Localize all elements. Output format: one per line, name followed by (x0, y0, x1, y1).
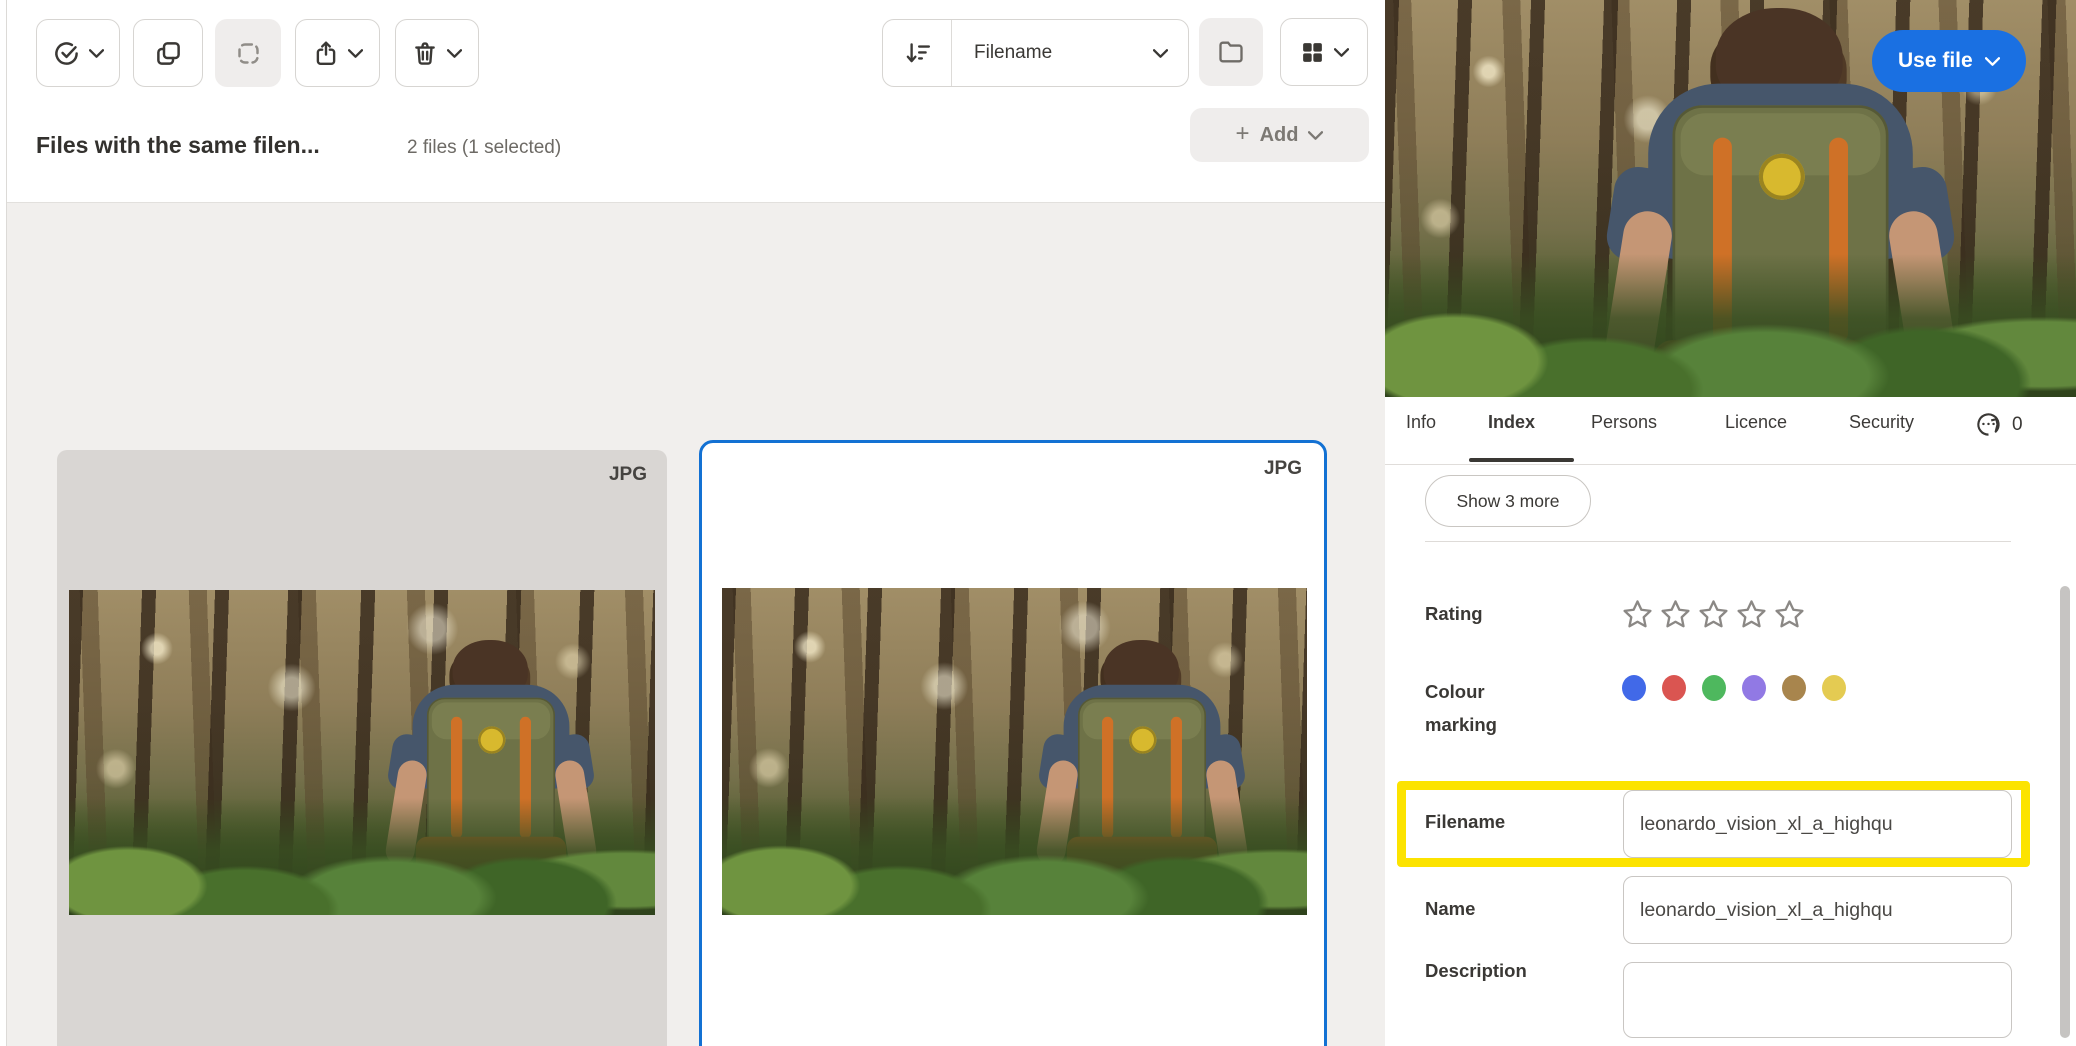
detail-tabs: Info Index Persons Licence Security 0 (1385, 397, 2076, 465)
add-button[interactable]: + Add (1190, 108, 1369, 162)
check-circle-icon (53, 40, 80, 67)
colour-dot[interactable] (1622, 675, 1646, 701)
star-icon[interactable] (1698, 599, 1729, 629)
rating-stars[interactable] (1622, 599, 1805, 629)
file-format-badge: JPG (1264, 458, 1302, 480)
rating-label: Rating (1425, 603, 1483, 625)
chevron-down-icon (447, 49, 462, 58)
trash-icon (412, 40, 438, 67)
page-title: Files with the same filen... (36, 132, 320, 159)
chevron-down-icon (348, 49, 363, 58)
colour-dot[interactable] (1702, 675, 1726, 701)
hiker-figure (1022, 640, 1262, 912)
colour-dot[interactable] (1662, 675, 1686, 701)
select-files-button[interactable] (36, 19, 120, 87)
sort-control[interactable]: Filename (882, 19, 1189, 87)
comment-count: 0 (2012, 414, 2023, 436)
file-card-unselected[interactable]: JPG (57, 450, 667, 1046)
comment-bubble-icon (1975, 411, 2002, 438)
duplicate-button[interactable] (133, 19, 203, 87)
filename-label: Filename (1425, 811, 1505, 833)
filename-input[interactable] (1623, 790, 2012, 858)
file-thumbnail-image (722, 588, 1307, 915)
active-tab-underline (1469, 458, 1574, 462)
hiker-figure (371, 640, 611, 912)
name-label: Name (1425, 898, 1475, 920)
panel-scrollbar[interactable] (2060, 586, 2070, 1038)
colour-dot[interactable] (1822, 675, 1846, 701)
colour-dot[interactable] (1742, 675, 1766, 701)
dashed-selection-icon (235, 40, 262, 67)
tab-persons[interactable]: Persons (1591, 412, 1657, 433)
chevron-down-icon (1153, 49, 1168, 58)
toolbar-header-area: Filename Files with the same filen... 2 … (7, 0, 1385, 203)
tab-security[interactable]: Security (1849, 412, 1914, 433)
tab-info[interactable]: Info (1406, 412, 1436, 433)
star-icon[interactable] (1774, 599, 1805, 629)
copy-icon (155, 40, 182, 67)
folder-view-button (1199, 18, 1263, 86)
section-divider (1425, 541, 2011, 542)
show-more-label: Show 3 more (1456, 491, 1559, 512)
file-grid-area: JPG leonardo_vision_xl_a_highquality_out… (7, 203, 1385, 1046)
file-count-label: 2 files (1 selected) (407, 137, 561, 159)
selection-tool-button (215, 19, 281, 87)
delete-button[interactable] (395, 19, 479, 87)
dam-application-window: Filename Files with the same filen... 2 … (0, 0, 2076, 1046)
grid-view-icon (1300, 40, 1325, 65)
file-card-selected[interactable]: JPG 6 (699, 440, 1327, 1046)
detail-panel: Use file Info Index Persons Licence Secu… (1385, 0, 2076, 1046)
chevron-down-icon (1985, 57, 2000, 66)
chevron-down-icon (1308, 131, 1323, 140)
chevron-down-icon (1334, 48, 1349, 57)
star-icon[interactable] (1660, 599, 1691, 629)
tab-index[interactable]: Index (1488, 412, 1535, 433)
star-icon[interactable] (1736, 599, 1767, 629)
chevron-down-icon (89, 49, 104, 58)
sort-field-dropdown[interactable]: Filename (952, 20, 1188, 86)
colour-marking-label: Colour marking (1425, 675, 1497, 741)
colour-marking-dots (1622, 675, 1846, 701)
use-file-button[interactable]: Use file (1872, 30, 2026, 92)
share-button[interactable] (295, 19, 380, 87)
view-mode-button[interactable] (1280, 18, 1368, 86)
file-thumbnail-image (69, 590, 655, 915)
use-file-label: Use file (1898, 49, 1973, 73)
description-input[interactable] (1623, 962, 2012, 1038)
description-label: Description (1425, 960, 1527, 982)
colour-dot[interactable] (1782, 675, 1806, 701)
comments-button[interactable]: 0 (1975, 411, 2023, 438)
plus-icon: + (1236, 122, 1250, 146)
add-button-label: Add (1260, 124, 1299, 147)
name-input[interactable] (1623, 876, 2012, 944)
show-more-button[interactable]: Show 3 more (1425, 475, 1591, 527)
tab-licence[interactable]: Licence (1725, 412, 1787, 433)
file-format-badge: JPG (609, 464, 647, 486)
star-icon[interactable] (1622, 599, 1653, 629)
sort-field-value: Filename (974, 42, 1143, 64)
folder-icon (1217, 39, 1245, 65)
sort-direction-button[interactable] (883, 20, 952, 86)
sort-descending-icon (903, 40, 931, 66)
share-icon (313, 40, 339, 67)
